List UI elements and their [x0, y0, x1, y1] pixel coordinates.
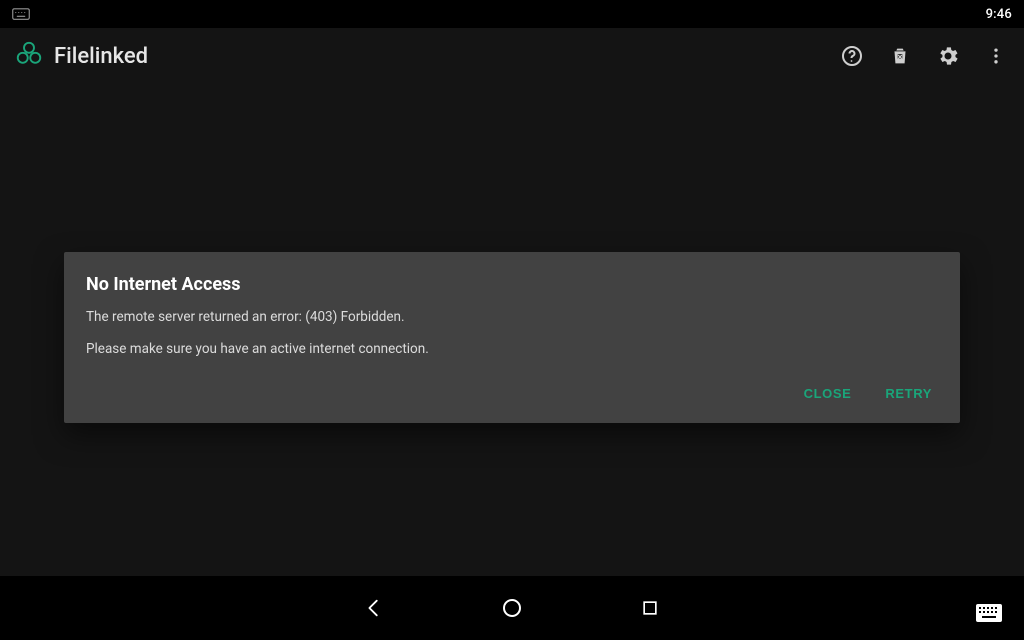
dialog-actions: CLOSE RETRY — [86, 378, 938, 409]
dialog-message-2: Please make sure you have an active inte… — [86, 339, 938, 359]
nav-center — [360, 594, 664, 622]
status-clock: 9:46 — [986, 7, 1012, 22]
home-icon[interactable] — [498, 594, 526, 622]
system-nav-bar — [0, 576, 1024, 640]
delete-icon[interactable] — [886, 42, 914, 70]
screen: 9:46 Filelinked — [0, 0, 1024, 640]
app-title: Filelinked — [54, 44, 148, 69]
back-icon[interactable] — [360, 594, 388, 622]
status-keyboard-indicator — [12, 8, 30, 20]
app-bar: Filelinked — [0, 28, 1024, 84]
dialog-message-1: The remote server returned an error: (40… — [86, 307, 938, 327]
error-dialog: No Internet Access The remote server ret… — [64, 252, 960, 423]
retry-button[interactable]: RETRY — [879, 378, 938, 409]
gear-icon[interactable] — [934, 42, 962, 70]
app-window: Filelinked — [0, 28, 1024, 576]
app-bar-actions — [838, 42, 1010, 70]
status-bar: 9:46 — [0, 0, 1024, 28]
close-button[interactable]: CLOSE — [798, 378, 858, 409]
app-logo-icon — [14, 39, 44, 73]
help-icon[interactable] — [838, 42, 866, 70]
overflow-icon[interactable] — [982, 42, 1010, 70]
brand: Filelinked — [14, 39, 148, 73]
recents-icon[interactable] — [636, 594, 664, 622]
dialog-title: No Internet Access — [86, 274, 938, 295]
keyboard-icon[interactable] — [976, 604, 1002, 622]
